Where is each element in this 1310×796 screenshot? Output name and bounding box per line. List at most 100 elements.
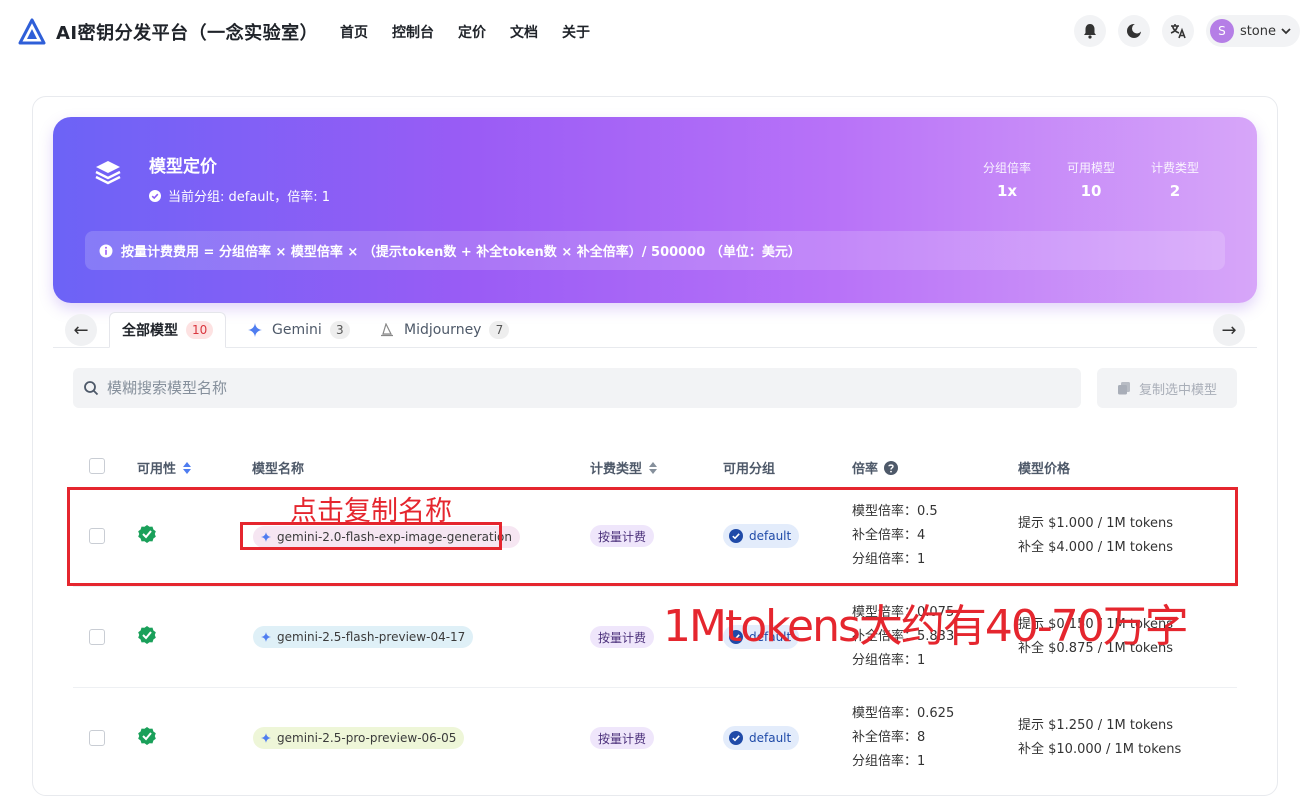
available-check-icon bbox=[138, 727, 156, 745]
column-ratio: 倍率 bbox=[852, 458, 899, 477]
model-name-tag[interactable]: gemini-2.5-flash-preview-04-17 bbox=[253, 626, 474, 648]
nav-about[interactable]: 关于 bbox=[562, 22, 590, 42]
stat-value: 1x bbox=[996, 182, 1018, 200]
tab-midjourney[interactable]: Midjourney 7 bbox=[368, 312, 521, 348]
tab-gemini[interactable]: Gemini 3 bbox=[236, 312, 362, 348]
search-input[interactable] bbox=[107, 379, 1007, 397]
stat-label: 计费类型 bbox=[1150, 161, 1199, 175]
column-price: 模型价格 bbox=[1018, 458, 1070, 477]
help-icon[interactable] bbox=[884, 460, 899, 475]
stat-available-models: 可用模型 10 bbox=[1049, 159, 1133, 200]
column-label: 模型价格 bbox=[1018, 462, 1071, 477]
column-label: 可用性 bbox=[137, 462, 177, 477]
column-model-name: 模型名称 bbox=[252, 458, 304, 477]
billing-formula: 按量计费费用 = 分组倍率 × 模型倍率 × （提示token数 + 补全tok… bbox=[85, 231, 1225, 270]
user-name: stone bbox=[1239, 23, 1276, 39]
stat-group-ratio: 分组倍率 1x bbox=[965, 159, 1049, 200]
model-name: gemini-2.5-flash-preview-04-17 bbox=[277, 630, 466, 644]
available-check-icon bbox=[138, 626, 156, 644]
column-billing-type[interactable]: 计费类型 bbox=[590, 458, 658, 477]
column-availability[interactable]: 可用性 bbox=[137, 458, 192, 477]
copy-button-label: 复制选中模型 bbox=[1138, 382, 1217, 398]
price-info: 提示 $1.250 / 1M tokens 补全 $10.000 / 1M to… bbox=[1018, 714, 1181, 762]
model-name: gemini-2.5-pro-preview-06-05 bbox=[277, 731, 457, 745]
group-tag: default bbox=[723, 726, 800, 750]
sort-icon bbox=[183, 461, 192, 474]
group-name: default bbox=[749, 731, 792, 745]
notifications-button[interactable] bbox=[1073, 15, 1106, 47]
row-checkbox[interactable] bbox=[89, 629, 105, 645]
column-label: 计费类型 bbox=[590, 462, 643, 477]
copy-selected-models-button[interactable]: 复制选中模型 bbox=[1097, 368, 1237, 408]
billing-formula-text: 按量计费费用 = 分组倍率 × 模型倍率 × （提示token数 + 补全tok… bbox=[121, 245, 801, 260]
gemini-sparkle-icon bbox=[261, 733, 271, 743]
nav-docs[interactable]: 文档 bbox=[510, 22, 538, 42]
top-actions: S stone bbox=[1073, 15, 1300, 47]
search-icon bbox=[84, 381, 99, 396]
pricing-hero-banner: 模型定价 当前分组: default，倍率: 1 分组倍率 1x 可用模型 10… bbox=[53, 117, 1257, 303]
top-navigation-bar: AI密钥分发平台（一念实验室） 首页 控制台 定价 文档 关于 S stone bbox=[0, 0, 1310, 64]
brand-logo-icon bbox=[18, 18, 46, 45]
stat-value: 2 bbox=[1169, 182, 1181, 200]
check-circle-icon bbox=[149, 189, 161, 202]
billing-type-tag: 按量计费 bbox=[590, 727, 655, 749]
annotation-token-note: 1Mtokens大约有40-70万字 bbox=[663, 601, 1189, 652]
avatar: S bbox=[1209, 19, 1234, 43]
current-group-info: 当前分组: default，倍率: 1 bbox=[149, 186, 330, 205]
verified-icon bbox=[729, 731, 743, 745]
brand-title: AI密钥分发平台（一念实验室） bbox=[56, 23, 319, 44]
main-nav: 首页 控制台 定价 文档 关于 bbox=[340, 22, 614, 42]
midjourney-sail-icon bbox=[381, 323, 393, 337]
group-ratio: 分组倍率：1 bbox=[852, 754, 926, 769]
column-groups: 可用分组 bbox=[723, 458, 775, 477]
tabs-prev-button[interactable]: ← bbox=[65, 314, 97, 346]
current-group-text: 当前分组: default，倍率: 1 bbox=[168, 190, 331, 205]
user-menu[interactable]: S stone bbox=[1205, 15, 1300, 47]
tab-count-badge: 10 bbox=[186, 321, 214, 339]
bell-icon bbox=[1083, 24, 1096, 39]
model-ratio: 模型倍率：0.625 bbox=[852, 706, 955, 721]
tab-count-badge: 3 bbox=[329, 321, 350, 339]
row-divider bbox=[73, 687, 1237, 688]
completion-ratio: 补全倍率：8 bbox=[852, 730, 926, 745]
billing-type-tag: 按量计费 bbox=[590, 626, 655, 648]
select-all-checkbox[interactable] bbox=[89, 458, 105, 474]
tab-label: 全部模型 bbox=[122, 323, 178, 339]
info-icon bbox=[99, 244, 113, 257]
chevron-down-icon bbox=[1281, 28, 1291, 35]
model-search bbox=[73, 368, 1081, 408]
stat-value: 10 bbox=[1080, 182, 1102, 200]
column-label: 可用分组 bbox=[723, 462, 776, 477]
tab-all-models[interactable]: 全部模型 10 bbox=[109, 312, 227, 348]
stats: 分组倍率 1x 可用模型 10 计费类型 2 bbox=[965, 159, 1217, 200]
column-label: 倍率 bbox=[852, 462, 879, 477]
sort-icon bbox=[649, 461, 658, 474]
tabs-next-button[interactable]: → bbox=[1213, 314, 1245, 346]
annotation-click-copy: 点击复制名称 bbox=[290, 496, 452, 527]
stat-label: 分组倍率 bbox=[982, 161, 1031, 175]
stat-billing-types: 计费类型 2 bbox=[1133, 159, 1217, 200]
gemini-sparkle-icon bbox=[248, 323, 262, 337]
stat-label: 可用模型 bbox=[1066, 161, 1115, 175]
theme-toggle-button[interactable] bbox=[1117, 15, 1150, 47]
nav-pricing[interactable]: 定价 bbox=[458, 22, 486, 42]
ratio-info: 模型倍率：0.625 补全倍率：8 分组倍率：1 bbox=[852, 702, 954, 774]
row-checkbox[interactable] bbox=[89, 730, 105, 746]
moon-icon bbox=[1126, 23, 1142, 38]
language-button[interactable] bbox=[1161, 15, 1194, 47]
copy-icon bbox=[1117, 382, 1130, 395]
page-title: 模型定价 bbox=[149, 157, 217, 177]
gemini-sparkle-icon bbox=[261, 632, 271, 642]
nav-console[interactable]: 控制台 bbox=[392, 22, 434, 42]
tab-label: Gemini bbox=[272, 322, 322, 338]
translate-icon bbox=[1170, 24, 1186, 39]
model-name-tag[interactable]: gemini-2.5-pro-preview-06-05 bbox=[253, 727, 465, 749]
nav-home[interactable]: 首页 bbox=[340, 22, 368, 42]
layers-icon bbox=[95, 161, 121, 185]
column-label: 模型名称 bbox=[252, 462, 305, 477]
tab-count-badge: 7 bbox=[489, 321, 510, 339]
prompt-price: 提示 $1.250 / 1M tokens bbox=[1018, 718, 1174, 733]
brand[interactable]: AI密钥分发平台（一念实验室） bbox=[18, 18, 318, 46]
tabs-divider bbox=[53, 347, 1257, 348]
tab-label: Midjourney bbox=[404, 322, 482, 338]
